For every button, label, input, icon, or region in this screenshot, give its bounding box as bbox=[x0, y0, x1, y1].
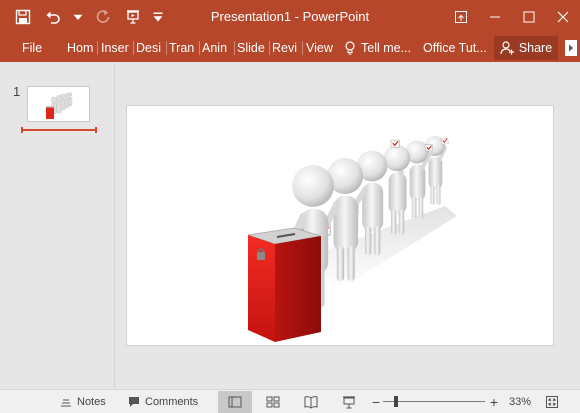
normal-view-icon[interactable] bbox=[218, 391, 252, 413]
tab-transitions[interactable]: Tran bbox=[169, 34, 196, 62]
notes-icon bbox=[61, 399, 71, 407]
notes-button[interactable]: Notes bbox=[60, 390, 106, 413]
slide-thumbnails-pane: 1 bbox=[0, 62, 114, 389]
zoom-slider[interactable] bbox=[383, 401, 485, 402]
ballot-box bbox=[247, 227, 322, 342]
zoom-percentage[interactable]: 33% bbox=[509, 390, 531, 413]
minimize-icon[interactable] bbox=[478, 0, 512, 34]
present-from-beginning-icon[interactable] bbox=[122, 6, 144, 28]
undo-icon[interactable] bbox=[42, 6, 64, 28]
tab-file[interactable]: File bbox=[22, 34, 46, 62]
thumbnail-insertion-marker bbox=[21, 127, 97, 133]
tab-separator bbox=[302, 41, 303, 55]
undo-dropdown-icon[interactable] bbox=[72, 6, 84, 28]
slide-show-icon[interactable] bbox=[332, 391, 366, 413]
ribbon-display-options-icon[interactable] bbox=[444, 0, 478, 34]
tab-animations[interactable]: Anin bbox=[202, 34, 231, 62]
title-bar: Presentation1 - PowerPoint bbox=[0, 0, 580, 34]
fit-slide-to-window-icon[interactable] bbox=[545, 395, 559, 409]
tab-view[interactable]: View bbox=[306, 34, 336, 62]
status-bar: Notes Comments − + 33% bbox=[0, 389, 580, 413]
ribbon-scroll-right-icon[interactable] bbox=[565, 40, 577, 56]
slide-editor bbox=[114, 62, 580, 389]
tab-separator bbox=[269, 41, 270, 55]
customize-toolbar-icon[interactable] bbox=[152, 6, 164, 28]
share-label: Share bbox=[518, 41, 553, 55]
save-icon[interactable] bbox=[12, 6, 34, 28]
tell-me-label: Tell me... bbox=[361, 41, 412, 55]
slide-canvas[interactable] bbox=[126, 105, 554, 346]
slide-thumbnail[interactable] bbox=[27, 86, 90, 122]
ribbon-tabs: File Hom Inser Desi Tran Anin Slide Revi… bbox=[0, 34, 580, 62]
quick-access-toolbar bbox=[12, 0, 164, 34]
tell-me-search[interactable]: Tell me... bbox=[344, 34, 411, 62]
lightbulb-icon bbox=[345, 41, 355, 55]
tab-home[interactable]: Hom bbox=[67, 34, 95, 62]
tab-insert[interactable]: Inser bbox=[101, 34, 131, 62]
close-icon[interactable] bbox=[546, 0, 580, 34]
zoom-in-button[interactable]: + bbox=[488, 390, 500, 413]
share-person-icon bbox=[500, 41, 514, 55]
share-button[interactable]: Share bbox=[494, 36, 558, 60]
slide-sorter-icon[interactable] bbox=[256, 391, 290, 413]
tab-slide-show[interactable]: Slide bbox=[237, 34, 268, 62]
tab-separator bbox=[133, 41, 134, 55]
zoom-out-button[interactable]: − bbox=[370, 390, 382, 413]
tab-design[interactable]: Desi bbox=[136, 34, 163, 62]
notes-label: Notes bbox=[77, 396, 106, 408]
zoom-slider-thumb[interactable] bbox=[394, 396, 399, 407]
tab-separator bbox=[199, 41, 200, 55]
tab-separator bbox=[166, 41, 167, 55]
comments-label: Comments bbox=[145, 396, 199, 408]
window-title: Presentation1 - PowerPoint bbox=[210, 9, 370, 24]
comment-icon bbox=[129, 397, 139, 407]
tab-separator bbox=[234, 41, 235, 55]
tab-review[interactable]: Revi bbox=[272, 34, 300, 62]
office-tut-tab[interactable]: Office Tut... bbox=[423, 34, 487, 62]
window-controls bbox=[444, 0, 580, 34]
maximize-icon[interactable] bbox=[512, 0, 546, 34]
tab-separator bbox=[97, 41, 98, 55]
comments-button[interactable]: Comments bbox=[128, 390, 198, 413]
voting-figures-image[interactable] bbox=[127, 106, 554, 346]
slide-number: 1 bbox=[13, 84, 21, 99]
redo-icon[interactable] bbox=[92, 6, 114, 28]
reading-view-icon[interactable] bbox=[294, 391, 328, 413]
